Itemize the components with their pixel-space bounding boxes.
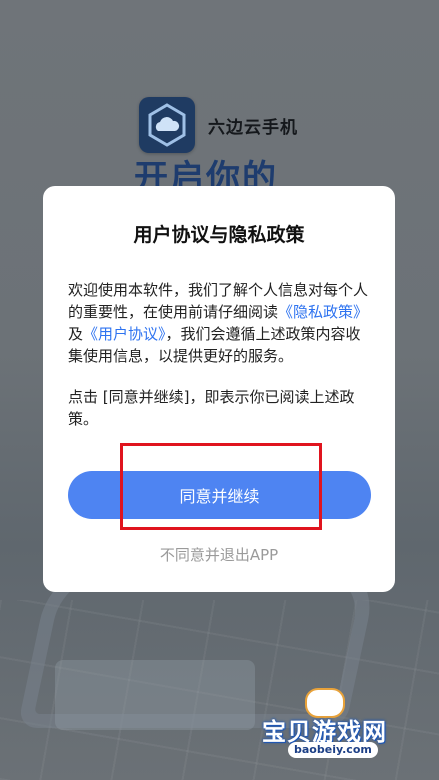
privacy-policy-link[interactable]: 《隐私政策》 — [278, 303, 368, 321]
dialog-body: 欢迎使用本软件，我们了解个人信息对每个人的重要性，在使用前请仔细阅读《隐私政策》… — [68, 279, 371, 430]
watermark-url: baobeiy.com — [288, 742, 378, 758]
agree-continue-button[interactable]: 同意并继续 — [68, 471, 371, 519]
and-text: 及 — [68, 325, 84, 343]
cloud-hexagon-icon — [148, 103, 186, 147]
privacy-dialog: 用户协议与隐私政策 欢迎使用本软件，我们了解个人信息对每个人的重要性，在使用前请… — [43, 186, 395, 592]
decline-exit-link[interactable]: 不同意并退出APP — [43, 544, 395, 565]
user-agreement-link[interactable]: 《用户协议》 — [83, 325, 166, 343]
splash-headline: 开启你的 — [134, 158, 278, 186]
dialog-notice: 点击 [同意并继续]，即表示你已阅读上述政策。 — [68, 388, 355, 428]
dialog-title: 用户协议与隐私政策 — [133, 224, 305, 246]
app-name: 六边云手机 — [208, 118, 298, 138]
background-pedestal — [55, 660, 255, 730]
app-logo — [139, 97, 195, 153]
dialog-paragraph: 欢迎使用本软件，我们了解个人信息对每个人的重要性，在使用前请仔细阅读《隐私政策》… — [68, 279, 371, 367]
